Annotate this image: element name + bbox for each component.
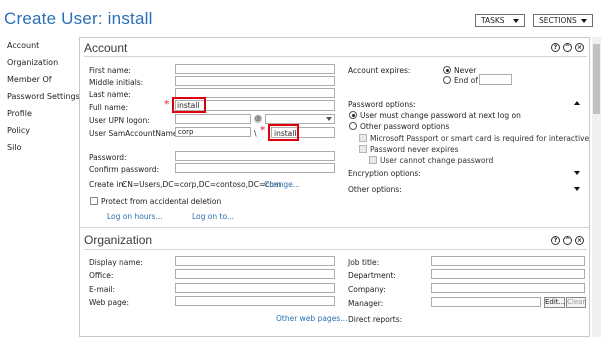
chevron-down-icon — [581, 18, 587, 23]
department-label: Department: — [348, 271, 396, 280]
email-field[interactable] — [175, 283, 335, 293]
sam-domain-field[interactable]: corp — [175, 127, 251, 137]
confirm-password-field[interactable] — [175, 163, 335, 173]
password-options-label: Password options: — [348, 100, 416, 109]
collapse-icon[interactable]: ^ — [563, 43, 572, 52]
email-label: E-mail: — [89, 285, 116, 294]
company-label: Company: — [348, 285, 386, 294]
passport-checkbox[interactable] — [359, 134, 367, 142]
display-name-label: Display name: — [89, 258, 143, 267]
web-page-label: Web page: — [89, 298, 129, 307]
protect-deletion-checkbox[interactable] — [90, 197, 98, 205]
manager-field[interactable] — [431, 297, 541, 307]
close-icon[interactable]: × — [575, 236, 584, 245]
edit-manager-button[interactable]: Edit... — [544, 297, 565, 308]
section-divider — [80, 227, 589, 228]
close-icon[interactable]: × — [575, 43, 584, 52]
must-change-radio[interactable] — [349, 111, 357, 119]
upn-suffix-dropdown[interactable] — [265, 114, 335, 124]
manager-label: Manager: — [348, 299, 384, 308]
log-on-to-link[interactable]: Log on to... — [192, 212, 234, 221]
first-name-field[interactable] — [175, 64, 335, 74]
password-field[interactable] — [175, 151, 335, 161]
other-options-label: Other password options — [360, 122, 450, 131]
full-name-label: Full name: — [89, 103, 129, 112]
encryption-options-label: Encryption options: — [348, 169, 421, 178]
nav-item-member-of[interactable]: Member Of — [7, 75, 52, 84]
nav-item-silo[interactable]: Silo — [7, 143, 21, 152]
job-title-field[interactable] — [431, 256, 585, 266]
section-divider — [84, 56, 587, 57]
never-expires-label: Password never expires — [370, 145, 459, 154]
change-link[interactable]: Change... — [264, 180, 300, 189]
tasks-button[interactable]: TASKS — [475, 14, 525, 27]
at-icon: @ — [254, 115, 262, 123]
create-in-value: CN=Users,DC=corp,DC=contoso,DC=com — [122, 180, 282, 189]
protect-deletion-label: Protect from accidental deletion — [101, 197, 222, 206]
first-name-label: First name: — [89, 66, 131, 75]
collapse-icon[interactable]: ^ — [563, 236, 572, 245]
expand-icon[interactable] — [574, 171, 580, 175]
password-label: Password: — [89, 153, 127, 162]
expand-icon[interactable] — [574, 187, 580, 191]
required-asterisk-icon: * — [164, 99, 170, 110]
confirm-password-label: Confirm password: — [89, 165, 160, 174]
page-title: Create User: install — [4, 9, 153, 28]
chevron-down-icon — [326, 117, 332, 121]
account-section-heading: Account — [84, 41, 128, 55]
other-options-radio[interactable] — [349, 122, 357, 130]
never-label: Never — [454, 66, 477, 75]
create-in-label: Create in: — [89, 180, 126, 189]
sections-label: SECTIONS — [539, 16, 577, 25]
backslash-separator: \ — [254, 129, 257, 138]
scrollbar-thumb[interactable] — [593, 44, 600, 114]
company-field[interactable] — [431, 283, 585, 293]
account-expires-label: Account expires: — [348, 66, 411, 75]
job-title-label: Job title: — [348, 258, 380, 267]
middle-initials-label: Middle initials: — [89, 78, 144, 87]
office-field[interactable] — [175, 269, 335, 279]
nav-item-policy[interactable]: Policy — [7, 126, 30, 135]
passport-label: Microsoft Passport or smart card is requ… — [370, 134, 601, 143]
department-field[interactable] — [431, 269, 585, 279]
display-name-field[interactable] — [175, 256, 335, 266]
end-of-radio[interactable] — [443, 76, 451, 84]
nav-item-organization[interactable]: Organization — [7, 58, 58, 67]
other-options-heading: Other options: — [348, 185, 402, 194]
cannot-change-checkbox[interactable] — [369, 156, 377, 164]
required-asterisk-icon: * — [260, 125, 266, 136]
nav-item-profile[interactable]: Profile — [7, 109, 32, 118]
upn-logon-label: User UPN logon: — [89, 116, 150, 125]
must-change-label: User must change password at next log on — [360, 111, 521, 120]
chevron-down-icon — [513, 18, 519, 23]
tasks-label: TASKS — [481, 16, 505, 25]
nav-item-account[interactable]: Account — [7, 41, 39, 50]
collapse-options-icon[interactable] — [574, 101, 580, 105]
other-web-pages-link[interactable]: Other web pages... — [276, 314, 347, 323]
direct-reports-label: Direct reports: — [348, 315, 403, 324]
section-divider — [84, 249, 587, 250]
last-name-label: Last name: — [89, 90, 131, 99]
end-of-date-field[interactable] — [479, 74, 512, 85]
upn-logon-field[interactable] — [175, 114, 251, 124]
organization-section-heading: Organization — [84, 233, 153, 247]
nav-item-password-settings[interactable]: Password Settings — [7, 92, 80, 101]
log-on-hours-link[interactable]: Log on hours... — [107, 212, 163, 221]
full-name-value: install — [177, 101, 200, 110]
end-of-label: End of — [454, 76, 478, 85]
clear-manager-button[interactable]: Clear — [566, 297, 586, 308]
never-radio[interactable] — [443, 66, 451, 74]
sam-account-name-value: install — [274, 129, 297, 138]
cannot-change-label: User cannot change password — [380, 156, 494, 165]
office-label: Office: — [89, 271, 114, 280]
web-page-field[interactable] — [175, 296, 335, 306]
help-icon[interactable]: ? — [551, 236, 560, 245]
middle-initials-field[interactable] — [175, 76, 335, 86]
sections-button[interactable]: SECTIONS — [533, 14, 593, 27]
help-icon[interactable]: ? — [551, 43, 560, 52]
never-expires-checkbox[interactable] — [359, 145, 367, 153]
